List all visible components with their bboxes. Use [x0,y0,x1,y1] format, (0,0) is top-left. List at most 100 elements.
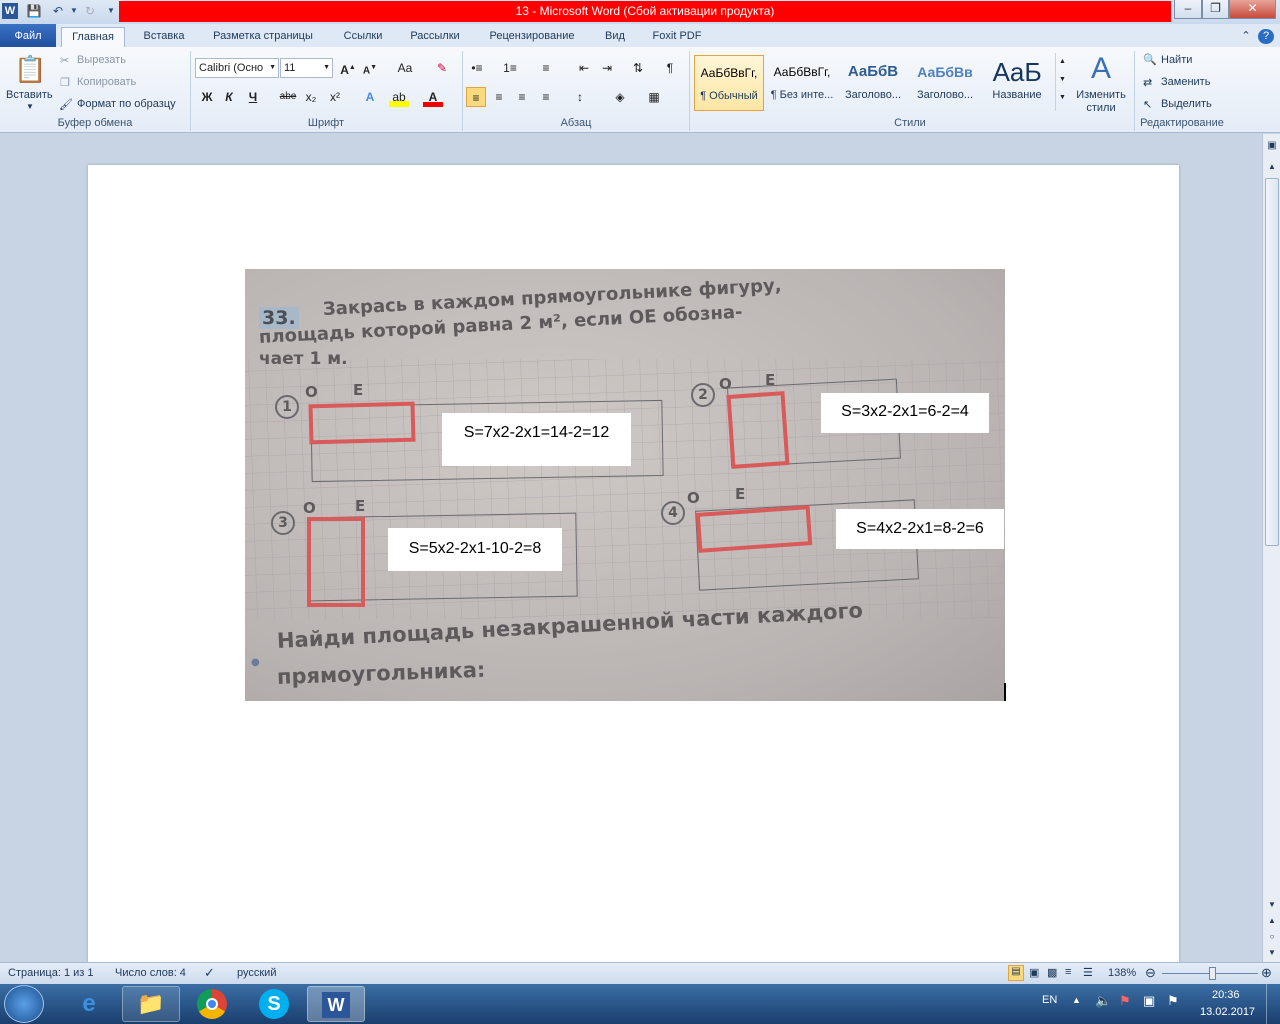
tab-file[interactable]: Файл [0,24,56,48]
increase-indent-icon[interactable]: ⇥ [597,58,617,78]
previous-page-icon[interactable]: ▲ [1265,914,1279,928]
style-heading-2[interactable]: АаБбВв Заголово... [910,55,980,111]
font-color-icon[interactable]: A [423,87,443,107]
action-center-icon[interactable]: ⚑ [1119,993,1131,1009]
justify-icon[interactable]: ≡ [536,87,556,107]
show-hidden-icons[interactable]: ▲ [1072,995,1081,1005]
align-right-icon[interactable]: ≡ [512,87,532,107]
sort-icon[interactable]: ⇅ [628,58,648,78]
format-painter-icon[interactable]: 🖌 [59,98,73,111]
scroll-up-icon[interactable]: ▲ [1265,160,1279,174]
change-case-icon[interactable]: Aa [392,58,418,78]
show-desktop-button[interactable] [1266,984,1280,1024]
replace-icon[interactable]: ⇄ [1143,76,1152,89]
save-icon[interactable]: 💾 [26,3,42,19]
tab-references[interactable]: Ссылки [337,27,389,48]
zoom-in-icon[interactable]: ⊕ [1261,965,1272,981]
next-page-icon[interactable]: ▼ [1265,946,1279,960]
answer-box-2[interactable]: S=3x2-2x1=6-2=4 [821,393,989,433]
paste-icon[interactable]: 📋 [14,53,46,85]
clock-time[interactable]: 20:36 [1212,989,1240,1001]
find-icon[interactable]: 🔍 [1143,53,1157,66]
numbering-icon[interactable]: 1≡ [500,58,520,78]
vertical-scrollbar[interactable]: ▣ ▲ ▼ ▲ ○ ▼ [1262,134,1280,962]
select-icon[interactable]: ↖ [1143,98,1152,111]
underline-button[interactable]: Ч [243,87,263,107]
shrink-font-icon[interactable]: A▼ [360,58,380,78]
find-button[interactable]: Найти [1161,54,1192,66]
input-language[interactable]: EN [1042,994,1057,1006]
answer-box-3[interactable]: S=5x2-2x1-10-2=8 [388,528,562,571]
start-button[interactable] [4,985,44,1023]
style-heading-1[interactable]: АаБбВ Заголово... [838,55,908,111]
proofing-icon[interactable]: ✓ [204,965,215,981]
zoom-level[interactable]: 138% [1108,967,1136,979]
style-normal[interactable]: АаБбВвГг, ¶ Обычный [694,55,764,111]
change-styles-icon[interactable]: A [1084,53,1118,85]
web-layout-icon[interactable]: ▩ [1047,966,1057,979]
language[interactable]: русский [237,967,276,979]
italic-button[interactable]: К [219,87,239,107]
zoom-slider-handle[interactable] [1209,967,1216,980]
page-count[interactable]: Страница: 1 из 1 [8,967,94,979]
scroll-thumb[interactable] [1265,178,1279,546]
undo-dropdown-icon[interactable]: ▼ [66,3,82,19]
answer-box-4[interactable]: S=4x2-2x1=8-2=6 [836,509,1004,549]
minimize-ribbon-icon[interactable]: ⌃ [1238,27,1254,48]
tab-foxit-pdf[interactable]: Foxit PDF [647,27,707,48]
paste-dropdown-icon[interactable]: ▼ [26,102,34,111]
ruler-toggle-icon[interactable]: ▣ [1265,140,1279,154]
style-no-spacing[interactable]: АаБбВвГг, ¶ Без инте... [767,55,837,111]
answer-box-1[interactable]: S=7x2-2x1=14-2=12 [442,413,631,466]
line-spacing-icon[interactable]: ↕ [570,87,590,107]
strikethrough-button[interactable]: abe [278,87,298,107]
subscript-icon[interactable]: x₂ [301,87,321,107]
tab-insert[interactable]: Вставка [138,27,190,48]
tab-view[interactable]: Вид [598,27,632,48]
textbook-photo[interactable]: 33. Закрась в каждом прямоугольнике фигу… [245,269,1005,701]
bold-button[interactable]: Ж [197,87,217,107]
change-styles-button[interactable]: Изменить стили [1074,89,1128,115]
clear-formatting-icon[interactable]: ✎ [432,58,452,78]
help-icon[interactable]: ? [1258,29,1274,44]
text-effects-icon[interactable]: A [360,87,380,107]
explorer-icon[interactable]: 📁 [122,986,180,1022]
copy-icon[interactable]: ❐ [60,76,70,89]
highlight-icon[interactable]: ab [389,87,409,107]
show-formatting-icon[interactable]: ¶ [660,58,680,78]
tab-page-layout[interactable]: Разметка страницы [205,27,321,48]
superscript-icon[interactable]: x² [325,87,345,107]
maximize-button[interactable]: ❐ [1202,0,1229,19]
undo-icon[interactable]: ↶ [50,3,66,19]
chrome-icon[interactable] [183,986,241,1022]
document-page[interactable]: 33. Закрась в каждом прямоугольнике фигу… [88,165,1179,965]
notification-icon[interactable]: ⚑ [1167,993,1179,1009]
select-button[interactable]: Выделить [1161,98,1212,110]
volume-icon[interactable]: 🔈 [1095,993,1111,1009]
cut-icon[interactable]: ✂ [60,54,69,67]
word-taskbar-icon[interactable]: W [307,986,365,1022]
borders-icon[interactable]: ▦ [644,87,664,107]
font-size-combo[interactable]: 11 ▼ [280,58,333,78]
grow-font-icon[interactable]: A▲ [338,58,358,78]
decrease-indent-icon[interactable]: ⇤ [574,58,594,78]
clock-date[interactable]: 13.02.2017 [1200,1006,1255,1018]
close-button[interactable]: ✕ [1229,0,1276,19]
browse-object-icon[interactable]: ○ [1265,930,1279,944]
align-center-icon[interactable]: ≡ [489,87,509,107]
word-app-icon[interactable]: W [2,3,18,19]
copy-button[interactable]: Копировать [77,76,136,88]
tab-review[interactable]: Рецензирование [481,27,583,48]
align-left-icon[interactable]: ≡ [466,87,486,107]
tab-mailings[interactable]: Рассылки [404,27,466,48]
network-icon[interactable]: ▣ [1143,993,1155,1009]
customize-qat-icon[interactable]: ▼ [103,3,119,19]
redo-icon[interactable]: ↻ [82,3,98,19]
replace-button[interactable]: Заменить [1161,76,1210,88]
scroll-down-icon[interactable]: ▼ [1265,898,1279,912]
draft-icon[interactable]: ☰ [1083,966,1093,979]
print-layout-icon[interactable]: ▤ [1008,965,1024,981]
font-name-combo[interactable]: Calibri (Осно ▼ [195,58,279,78]
shading-icon[interactable]: ◈ [610,87,630,107]
bullets-icon[interactable]: •≡ [467,58,487,78]
